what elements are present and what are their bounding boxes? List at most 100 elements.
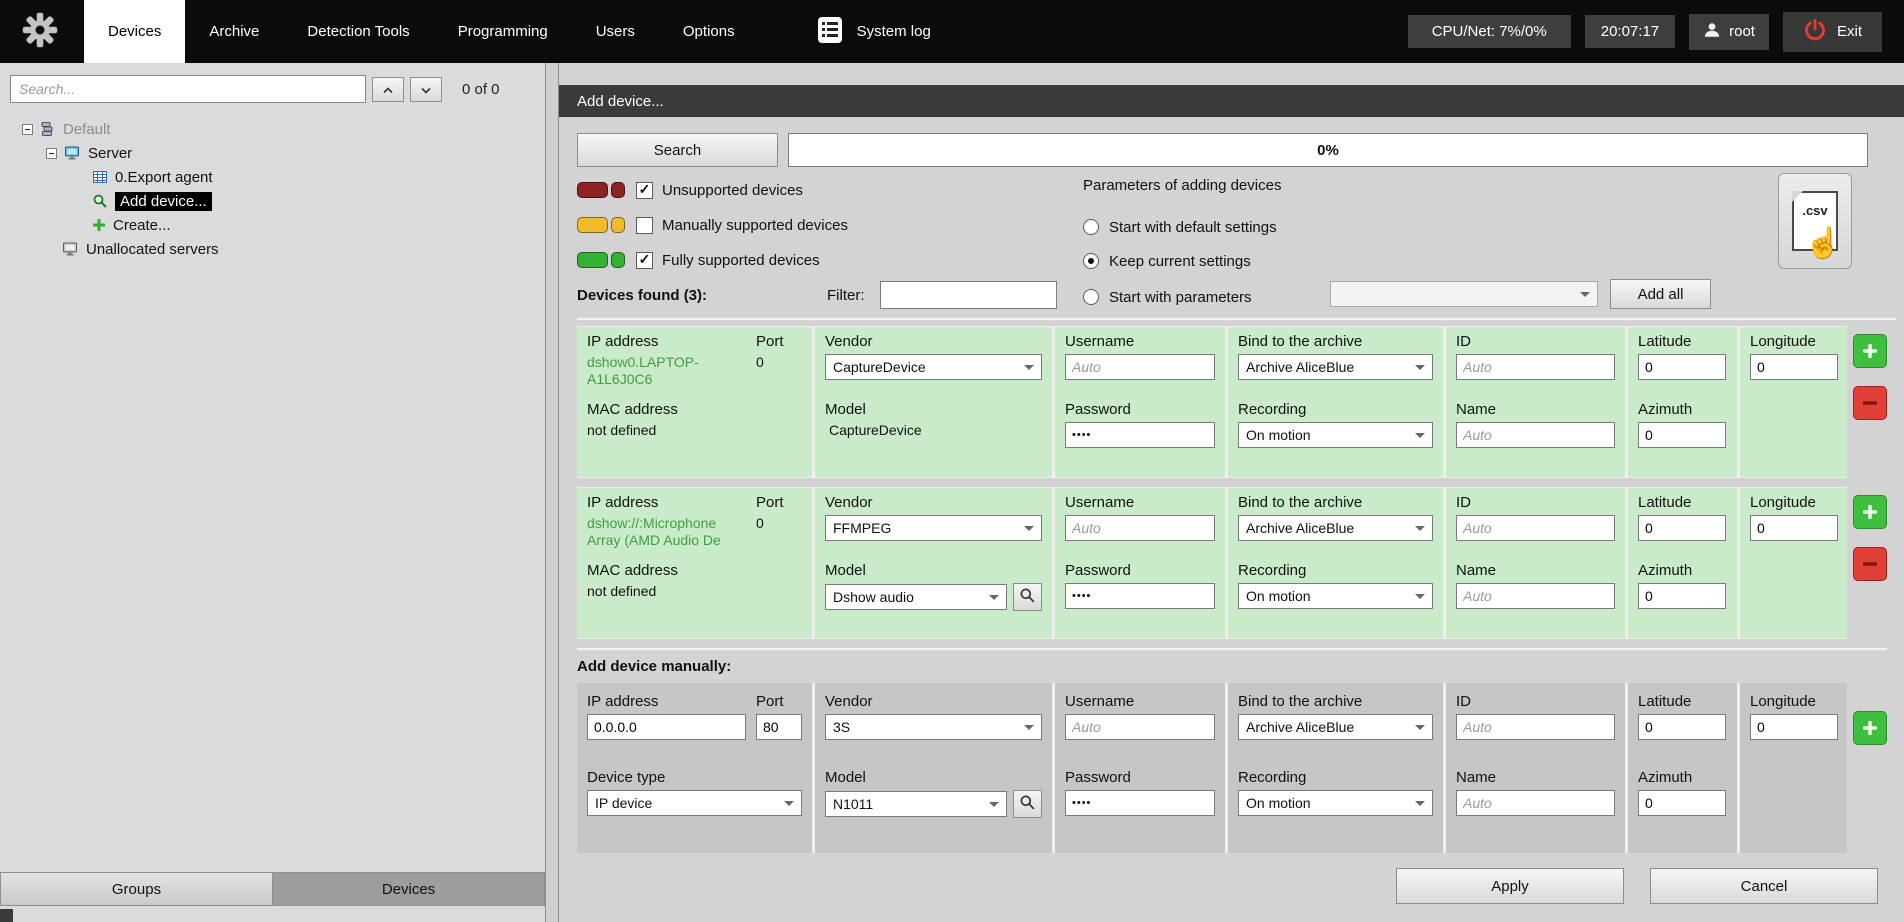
id-input[interactable] [1456, 515, 1615, 541]
search-devices-button[interactable]: Search [577, 133, 778, 167]
recording-select[interactable]: On motion [1238, 422, 1433, 448]
username-input[interactable] [1065, 515, 1215, 541]
magnifier-icon [1019, 794, 1036, 815]
resize-grip[interactable] [0, 909, 13, 922]
recording-select[interactable]: On motion [1238, 790, 1433, 816]
username-label: Username [1065, 494, 1215, 511]
exit-button[interactable]: Exit [1783, 12, 1882, 52]
id-input[interactable] [1456, 354, 1615, 380]
panel-title-bar: Add device... [559, 85, 1904, 117]
tree-item-add-device[interactable]: Add device... [0, 189, 545, 213]
apply-button[interactable]: Apply [1396, 868, 1624, 904]
radio-icon[interactable] [1083, 219, 1099, 235]
tab-options[interactable]: Options [659, 0, 759, 63]
password-label: Password [1065, 401, 1215, 418]
id-input[interactable] [1456, 714, 1615, 740]
current-user-badge[interactable]: root [1689, 14, 1769, 50]
tree-label: Server [88, 145, 132, 162]
tree-item-default[interactable]: Default [0, 117, 545, 141]
tab-archive[interactable]: Archive [185, 0, 283, 63]
unsupported-devices-checkbox[interactable] [636, 182, 653, 199]
collapse-toggle-icon[interactable] [22, 124, 33, 135]
search-next-button[interactable] [410, 77, 442, 102]
archive-select[interactable]: Archive AliceBlue [1238, 714, 1433, 740]
fully-supported-checkbox[interactable] [636, 252, 653, 269]
azimuth-input[interactable] [1638, 422, 1726, 448]
vendor-select[interactable]: 3S [825, 714, 1042, 740]
radio-keep-settings[interactable]: Keep current settings [1083, 249, 1251, 273]
progress-value: 0% [1317, 142, 1339, 159]
model-search-button[interactable] [1013, 583, 1042, 611]
longitude-input[interactable] [1750, 354, 1838, 380]
port-label: Port [756, 333, 802, 350]
add-device-button[interactable] [1853, 334, 1887, 368]
latitude-input[interactable] [1638, 515, 1726, 541]
archive-select[interactable]: Archive AliceBlue [1238, 354, 1433, 380]
password-input[interactable] [1065, 790, 1215, 816]
sidebar-tab-groups[interactable]: Groups [0, 872, 273, 906]
chevron-down-icon [1024, 725, 1034, 735]
device-type-select[interactable]: IP device [587, 790, 802, 816]
remove-device-button[interactable] [1853, 386, 1887, 420]
tab-devices[interactable]: Devices [84, 0, 185, 63]
latitude-label: Latitude [1638, 693, 1727, 710]
manual-port-input[interactable] [756, 714, 802, 740]
radio-icon-selected[interactable] [1083, 253, 1099, 269]
manually-supported-checkbox[interactable] [636, 217, 653, 234]
radio-start-with-parameters[interactable]: Start with parameters [1083, 285, 1252, 309]
remove-device-button[interactable] [1853, 547, 1887, 581]
id-label: ID [1456, 494, 1615, 511]
password-label: Password [1065, 562, 1215, 579]
model-value: Dshow audio [833, 589, 914, 605]
tab-programming[interactable]: Programming [434, 0, 572, 63]
password-input[interactable] [1065, 583, 1215, 609]
password-input[interactable] [1065, 422, 1215, 448]
longitude-input[interactable] [1750, 714, 1838, 740]
cancel-button[interactable]: Cancel [1650, 868, 1878, 904]
model-select[interactable]: N1011 [825, 791, 1007, 817]
model-select[interactable]: Dshow audio [825, 584, 1007, 610]
device-filter-input[interactable] [880, 281, 1057, 309]
azimuth-input[interactable] [1638, 583, 1726, 609]
add-device-button[interactable] [1853, 495, 1887, 529]
username-input[interactable] [1065, 354, 1215, 380]
tree-search-input[interactable] [10, 75, 366, 103]
add-all-button[interactable]: Add all [1610, 279, 1711, 309]
radio-icon[interactable] [1083, 289, 1099, 305]
recording-select[interactable]: On motion [1238, 583, 1433, 609]
name-input[interactable] [1456, 583, 1615, 609]
tab-users[interactable]: Users [572, 0, 659, 63]
tree-item-unallocated-servers[interactable]: Unallocated servers [0, 237, 545, 261]
csv-export-button[interactable]: .csv ☝ [1778, 173, 1852, 269]
collapse-toggle-icon[interactable] [46, 148, 57, 159]
latitude-input[interactable] [1638, 354, 1726, 380]
tree-label-selected: Add device... [115, 192, 212, 211]
sidebar-tab-devices[interactable]: Devices [273, 872, 545, 906]
tree-item-create[interactable]: Create... [0, 213, 545, 237]
tree-item-server[interactable]: Server [0, 141, 545, 165]
panel-splitter[interactable] [546, 63, 559, 922]
add-manual-device-button[interactable] [1853, 711, 1887, 745]
vendor-select[interactable]: CaptureDevice [825, 354, 1042, 380]
parameters-select[interactable] [1330, 281, 1598, 307]
radio-default-settings[interactable]: Start with default settings [1083, 215, 1277, 239]
vendor-select[interactable]: FFMPEG [825, 515, 1042, 541]
name-input[interactable] [1456, 790, 1615, 816]
manual-ip-input[interactable] [587, 714, 746, 740]
system-log-button[interactable]: System log [817, 16, 931, 48]
longitude-input[interactable] [1750, 515, 1838, 541]
name-input[interactable] [1456, 422, 1615, 448]
azimuth-input[interactable] [1638, 790, 1726, 816]
model-search-button[interactable] [1013, 790, 1042, 818]
username-input[interactable] [1065, 714, 1215, 740]
tree-item-export-agent[interactable]: 0.Export agent [0, 165, 545, 189]
search-prev-button[interactable] [372, 77, 404, 102]
chevron-down-icon [1024, 365, 1034, 375]
settings-button[interactable] [22, 12, 58, 52]
devices-found-label: Devices found (3): [577, 287, 707, 304]
tab-detection-tools[interactable]: Detection Tools [283, 0, 433, 63]
latitude-input[interactable] [1638, 714, 1726, 740]
checkbox-label: Fully supported devices [662, 252, 820, 269]
username-label: Username [1065, 333, 1215, 350]
archive-select[interactable]: Archive AliceBlue [1238, 515, 1433, 541]
